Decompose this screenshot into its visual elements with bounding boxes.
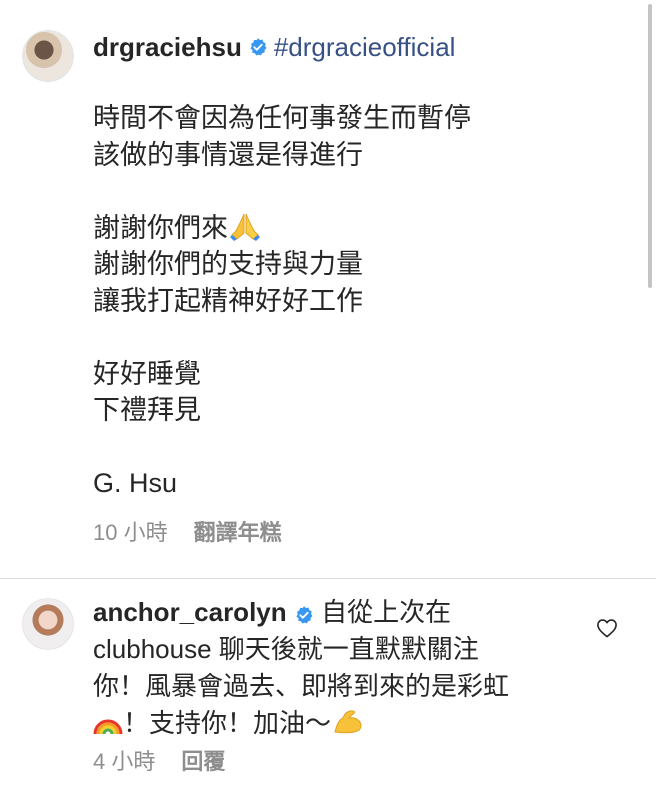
comment-line: 你！風暴會過去、即將到來的是彩虹: [93, 671, 510, 701]
verified-badge-icon: [250, 38, 267, 56]
caption-line: 好好睡覺: [93, 358, 201, 389]
caption-text: 時間不會因為任何事發生而暫停 該做的事情還是得進行 謝謝你們來 謝謝你們的支持與…: [93, 100, 613, 502]
caption-line: [93, 173, 613, 210]
comment-body: anchor_carolyn 自從上次在 clubhouse 聊天後就一直默默關…: [93, 594, 593, 742]
flexed-biceps-emoji: [334, 710, 362, 734]
commenter-avatar[interactable]: [22, 598, 74, 650]
caption-line: 謝謝你們的支持與力量: [93, 249, 363, 279]
folded-hands-emoji: [230, 213, 260, 241]
caption-line-with-emoji: 謝謝你們來: [93, 210, 613, 247]
comment-line-with-emoji: ！支持你！加油～: [93, 705, 593, 742]
caption-meta: 10 小時 翻譯年糕: [93, 515, 282, 547]
comment-line: clubhouse 聊天後就一直默默關注: [93, 634, 479, 664]
timestamp: 10 小時: [93, 520, 168, 545]
avatar[interactable]: [22, 30, 74, 82]
rainbow-emoji: [93, 719, 123, 735]
post-caption: drgraciehsu #drgracieofficial 時間不會因為任何事發…: [0, 0, 656, 578]
caption-line: [93, 429, 613, 466]
reply-button[interactable]: 回覆: [181, 744, 225, 776]
username-link[interactable]: drgraciehsu: [93, 32, 242, 63]
comment-timestamp: 4 小時: [93, 749, 156, 774]
comment-text: 自從上次在: [321, 597, 452, 627]
comment-meta: 4 小時 回覆: [93, 744, 225, 776]
divider: [0, 578, 656, 579]
caption-header: drgraciehsu #drgracieofficial: [93, 30, 455, 64]
heart-outline-icon[interactable]: [596, 618, 618, 638]
caption-line: 時間不會因為任何事發生而暫停: [93, 103, 471, 133]
commenter-username-link[interactable]: anchor_carolyn: [93, 597, 287, 627]
comment-text: ！支持你！加油～: [123, 708, 332, 738]
caption-line: 該做的事情還是得進行: [93, 139, 363, 170]
hashtag-link[interactable]: #drgracieofficial: [274, 32, 456, 63]
caption-line: 下禮拜見: [93, 395, 201, 425]
comment-line: anchor_carolyn 自從上次在: [93, 594, 593, 631]
caption-signature: G. Hsu: [93, 468, 178, 498]
verified-badge-icon: [296, 606, 313, 624]
caption-line-text: 謝謝你們來: [93, 212, 228, 243]
translate-button[interactable]: 翻譯年糕: [194, 515, 282, 547]
caption-line: 讓我打起精神好好工作: [93, 285, 363, 316]
caption-line: [93, 319, 613, 356]
